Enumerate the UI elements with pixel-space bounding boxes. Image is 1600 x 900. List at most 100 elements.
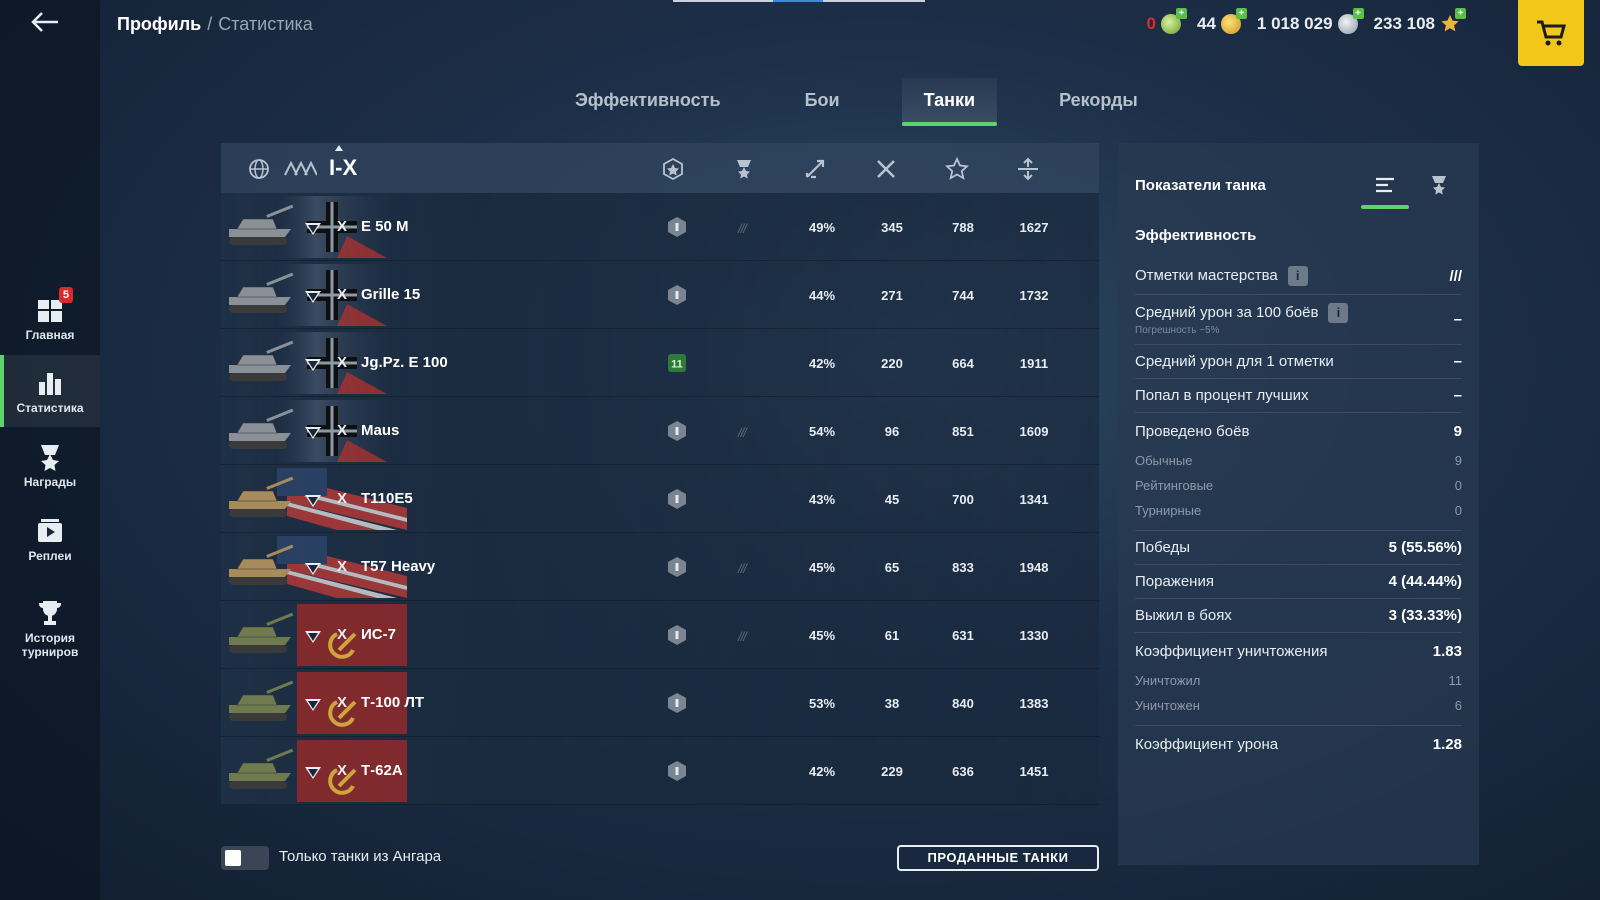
credits-currency[interactable]: 1 018 029 + [1257,8,1364,34]
currency-value: 0 [1146,14,1156,33]
stat-value: 9 [1453,423,1462,440]
sort-arrow-icon [335,145,343,151]
panel-header: Показатели танка [1135,143,1463,209]
stats-tabs: Эффективность Бои Танки Рекорды [553,78,1200,126]
notification-badge: 5 [58,286,73,303]
rating-value: 744 [952,288,974,303]
stat-value: – [1453,387,1462,404]
stat-label: Отметки мастерства [1135,267,1278,284]
tank-row[interactable]: X Maus /// 54% 96 851 1609 [221,397,1099,465]
tab-records[interactable]: Рекорды [1037,78,1160,126]
tank-row[interactable]: X Т-62А 42% 229 636 1451 [221,737,1099,805]
winrate-value: 45% [808,560,836,575]
battles-icon[interactable] [874,157,898,181]
tank-row[interactable]: X Jg.Pz. E 100 11 42% 220 664 1911 [221,329,1099,397]
mastery-badge-icon [665,215,689,239]
stat-value: – [1453,353,1462,370]
stat-label-wrap: Попал в процент лучших [1135,387,1309,404]
back-arrow-icon [31,12,58,32]
tank-thumbnail [225,407,295,455]
stat-label: Проведено боёв [1135,423,1250,440]
tier-filter[interactable]: I-X [329,155,357,181]
tank-tier: X [337,762,348,779]
nation-filter-icon[interactable] [247,157,271,181]
breadcrumb-sub: Статистика [218,14,313,34]
home-icon: 5 [35,286,73,325]
stat-label-wrap: Уничтожил [1135,673,1200,688]
back-button[interactable] [30,10,70,40]
tab-battles[interactable]: Бои [783,78,862,126]
stat-label-wrap: Уничтожен [1135,698,1200,713]
stat-value: 3 (33.33%) [1388,607,1462,624]
stat-value: 6 [1454,698,1462,713]
tank-row[interactable]: X ИС-7 /// 45% 61 631 1330 [221,601,1099,669]
tab-efficiency[interactable]: Эффективность [553,78,743,126]
shop-cart-button[interactable] [1518,0,1584,66]
tab-tanks[interactable]: Танки [901,78,998,126]
xp-currency[interactable]: 233 108 + [1374,8,1466,34]
marks-value: /// [738,629,747,644]
hangar-only-toggle[interactable] [221,846,269,870]
mastery-icon[interactable] [661,157,685,181]
stat-row: Победы 5 (55.56%) [1135,531,1462,565]
sold-tanks-button[interactable]: ПРОДАННЫЕ ТАНКИ [897,845,1099,871]
tank-row[interactable]: X T57 Heavy /// 45% 65 833 1948 [221,533,1099,601]
sidebar-item-awards[interactable]: Награды [0,429,100,501]
winrate-icon[interactable] [803,157,827,181]
damage-icon[interactable] [1016,157,1040,181]
tanks-table: I-X X E 50 M /// 49% 345 788 1627 X Grille 15 44%… [221,143,1099,815]
mastery-badge-icon [665,487,689,511]
battles-value: 38 [884,696,900,711]
awards-icon [35,442,65,472]
tank-thumbnail [225,543,295,591]
damage-value: 1911 [1019,356,1049,371]
svg-text:11: 11 [671,359,683,371]
tank-name: Т-100 ЛТ [361,694,425,711]
tank-row[interactable]: X Т-100 ЛТ 53% 38 840 1383 [221,669,1099,737]
tank-row[interactable]: X E 50 M /// 49% 345 788 1627 [221,193,1099,261]
stat-label: Средний урон за 100 боёв [1135,304,1319,321]
sidebar-item-home[interactable]: 5 Главная [0,282,100,354]
winrate-value: 54% [808,424,836,439]
stat-label: Коэффициент уничтожения [1135,643,1328,660]
sidebar-item-replays[interactable]: Реплеи [0,503,100,575]
stat-label: Обычные [1135,453,1193,468]
sidebar-item-tournament-history[interactable]: История турниров [0,586,100,670]
stat-row: Поражения 4 (44.44%) [1135,565,1462,599]
tank-thumbnail [225,339,295,387]
marks-value: /// [738,221,747,236]
tank-stats-panel: Показатели танка Эффективность Отметки м… [1118,143,1479,865]
sidebar-item-stats[interactable]: Статистика [0,355,100,427]
tank-type-icon [303,489,323,509]
tank-row[interactable]: X Grille 15 44% 271 744 1732 [221,261,1099,329]
type-filter-icon[interactable] [283,157,318,181]
marks-icon[interactable] [732,157,756,181]
stat-row: Попал в процент лучших – [1135,379,1462,413]
stat-row: Уничтожен 6 [1135,693,1462,726]
tank-tier: X [337,286,348,303]
stat-row: Отметки мастерства i /// [1135,258,1462,295]
panel-tab-marks[interactable] [1415,169,1463,209]
rating-value: 851 [952,424,974,439]
breadcrumb-current[interactable]: Профиль [117,14,201,34]
stat-value: – [1453,311,1462,328]
sidebar-item-label: Реплеи [28,548,72,563]
stat-row: Выжил в боях 3 (33.33%) [1135,599,1462,633]
stat-label-wrap: Поражения [1135,573,1214,590]
marks-icon [1432,176,1446,195]
tank-type-icon [303,217,323,237]
tank-row[interactable]: X T110E5 43% 45 700 1341 [221,465,1099,533]
info-icon[interactable]: i [1287,266,1308,286]
info-icon[interactable]: i [1328,303,1349,323]
stat-label-wrap: Рейтинговые [1135,478,1213,493]
panel-tab-list[interactable] [1361,169,1409,209]
free-xp-currency[interactable]: 0 + [1146,8,1187,34]
tank-tier: X [337,490,348,507]
winrate-value: 42% [808,764,836,779]
tank-name: E 50 M [361,218,409,235]
stat-value: 1.83 [1432,643,1462,660]
battles-value: 65 [884,560,900,575]
gold-currency[interactable]: 44 + [1197,8,1247,34]
tank-type-icon [303,625,323,645]
rating-star-icon[interactable] [944,156,970,181]
